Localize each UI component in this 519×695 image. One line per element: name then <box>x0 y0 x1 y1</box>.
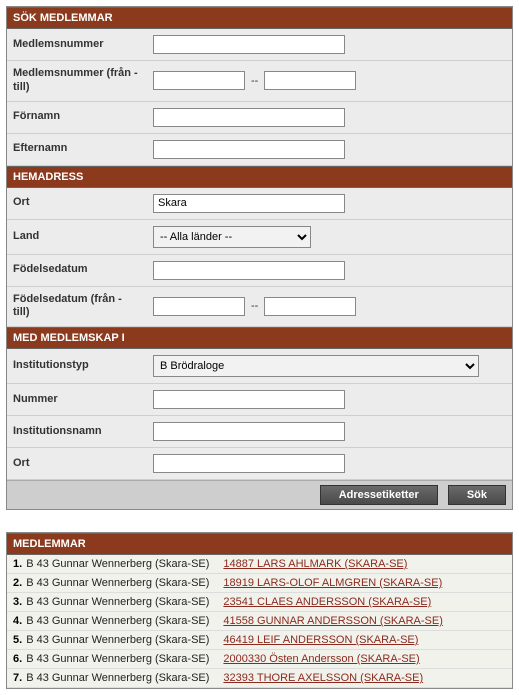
section-header-membership: MED MEDLEMSKAP I <box>7 327 512 349</box>
result-number: 2. <box>13 577 22 589</box>
result-unit: B 43 Gunnar Wennerberg (Skara-SE) <box>26 634 209 646</box>
input-institutionsnamn[interactable] <box>153 422 345 441</box>
result-link[interactable]: 46419 LEIF ANDERSSON (SKARA-SE) <box>223 634 418 646</box>
table-row: 6. B 43 Gunnar Wennerberg (Skara-SE) 200… <box>7 650 512 669</box>
result-unit: B 43 Gunnar Wennerberg (Skara-SE) <box>26 558 209 570</box>
adressetiketter-button[interactable]: Adressetiketter <box>320 485 438 505</box>
label-fodelsedatum: Födelsedatum <box>7 261 147 279</box>
select-institutionstyp[interactable]: B Brödraloge <box>153 355 479 377</box>
input-ort2[interactable] <box>153 454 345 473</box>
label-institutionsnamn: Institutionsnamn <box>7 423 147 441</box>
result-link[interactable]: 23541 CLAES ANDERSSON (SKARA-SE) <box>223 596 431 608</box>
button-bar: Adressetiketter Sök <box>7 480 512 509</box>
label-medlemsnummer: Medlemsnummer <box>7 36 147 54</box>
label-fodelsedatum-range: Födelsedatum (från - till) <box>7 291 147 323</box>
row-medlemsnummer: Medlemsnummer <box>7 29 512 61</box>
input-ort[interactable] <box>153 194 345 213</box>
result-number: 5. <box>13 634 22 646</box>
table-row: 1. B 43 Gunnar Wennerberg (Skara-SE) 148… <box>7 555 512 574</box>
section-header-search: SÖK MEDLEMMAR <box>7 7 512 29</box>
row-fodelsedatum: Födelsedatum <box>7 255 512 287</box>
label-nummer: Nummer <box>7 391 147 409</box>
input-fodelsedatum-from[interactable] <box>153 297 245 316</box>
range-separator: -- <box>251 75 258 87</box>
row-institutionsnamn: Institutionsnamn <box>7 416 512 448</box>
label-institutionstyp: Institutionstyp <box>7 357 147 375</box>
table-row: 2. B 43 Gunnar Wennerberg (Skara-SE) 189… <box>7 574 512 593</box>
search-panel: SÖK MEDLEMMAR Medlemsnummer Medlemsnumme… <box>6 6 513 510</box>
result-unit: B 43 Gunnar Wennerberg (Skara-SE) <box>26 596 209 608</box>
sok-button[interactable]: Sök <box>448 485 506 505</box>
result-number: 3. <box>13 596 22 608</box>
spacer <box>6 510 513 532</box>
result-number: 1. <box>13 558 22 570</box>
input-fodelsedatum-to[interactable] <box>264 297 356 316</box>
result-number: 7. <box>13 672 22 684</box>
table-row: 3. B 43 Gunnar Wennerberg (Skara-SE) 235… <box>7 593 512 612</box>
input-medlemsnummer[interactable] <box>153 35 345 54</box>
row-institutionstyp: Institutionstyp B Brödraloge <box>7 349 512 384</box>
range-separator-2: -- <box>251 300 258 312</box>
input-medlemsnummer-to[interactable] <box>264 71 356 90</box>
result-link[interactable]: 14887 LARS AHLMARK (SKARA-SE) <box>223 558 407 570</box>
result-unit: B 43 Gunnar Wennerberg (Skara-SE) <box>26 672 209 684</box>
input-efternamn[interactable] <box>153 140 345 159</box>
label-ort2: Ort <box>7 455 147 473</box>
input-fornamn[interactable] <box>153 108 345 127</box>
result-number: 6. <box>13 653 22 665</box>
table-row: 4. B 43 Gunnar Wennerberg (Skara-SE) 415… <box>7 612 512 631</box>
row-ort: Ort <box>7 188 512 220</box>
row-fodelsedatum-range: Födelsedatum (från - till) -- <box>7 287 512 328</box>
row-ort2: Ort <box>7 448 512 480</box>
result-link[interactable]: 32393 THORE AXELSSON (SKARA-SE) <box>223 672 423 684</box>
result-number: 4. <box>13 615 22 627</box>
row-fornamn: Förnamn <box>7 102 512 134</box>
row-medlemsnummer-range: Medlemsnummer (från - till) -- <box>7 61 512 102</box>
label-medlemsnummer-range: Medlemsnummer (från - till) <box>7 65 147 97</box>
result-unit: B 43 Gunnar Wennerberg (Skara-SE) <box>26 615 209 627</box>
section-header-members: MEDLEMMAR <box>7 533 512 555</box>
section-header-address: HEMADRESS <box>7 166 512 188</box>
label-fornamn: Förnamn <box>7 108 147 126</box>
table-row: 7. B 43 Gunnar Wennerberg (Skara-SE) 323… <box>7 669 512 688</box>
result-unit: B 43 Gunnar Wennerberg (Skara-SE) <box>26 653 209 665</box>
input-nummer[interactable] <box>153 390 345 409</box>
result-link[interactable]: 2000330 Östen Andersson (SKARA-SE) <box>223 653 419 665</box>
input-medlemsnummer-from[interactable] <box>153 71 245 90</box>
select-land[interactable]: -- Alla länder -- <box>153 226 311 248</box>
label-ort: Ort <box>7 194 147 212</box>
result-link[interactable]: 41558 GUNNAR ANDERSSON (SKARA-SE) <box>223 615 442 627</box>
result-link[interactable]: 18919 LARS-OLOF ALMGREN (SKARA-SE) <box>223 577 442 589</box>
label-land: Land <box>7 228 147 246</box>
row-efternamn: Efternamn <box>7 134 512 166</box>
table-row: 5. B 43 Gunnar Wennerberg (Skara-SE) 464… <box>7 631 512 650</box>
input-fodelsedatum[interactable] <box>153 261 345 280</box>
result-unit: B 43 Gunnar Wennerberg (Skara-SE) <box>26 577 209 589</box>
row-nummer: Nummer <box>7 384 512 416</box>
label-efternamn: Efternamn <box>7 140 147 158</box>
row-land: Land -- Alla länder -- <box>7 220 512 255</box>
